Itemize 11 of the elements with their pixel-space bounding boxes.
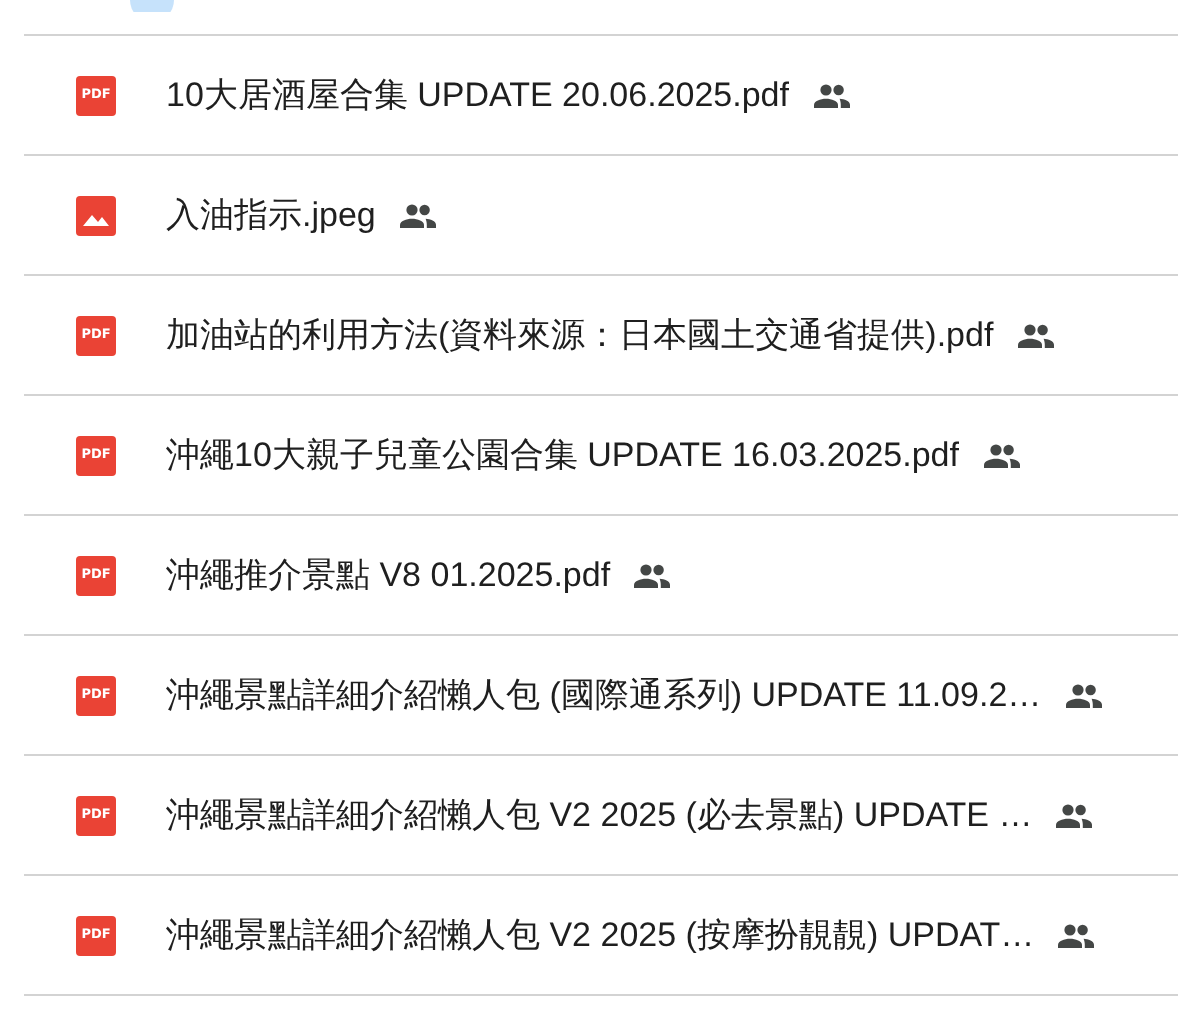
file-name: 沖繩景點詳細介紹懶人包 (國際通系列) UPDATE 11.09.2… bbox=[166, 674, 1042, 718]
file-name: 沖繩推介景點 V8 01.2025.pdf bbox=[166, 554, 611, 598]
file-row[interactable]: 入油指示.jpeg bbox=[24, 156, 1178, 276]
image-icon bbox=[76, 195, 116, 235]
file-name: 沖繩景點詳細介紹懶人包 V2 2025 (按摩扮靚靚) UPDAT… bbox=[166, 914, 1035, 958]
avatar-icon bbox=[130, 0, 174, 12]
file-name: 10大居酒屋合集 UPDATE 20.06.2025.pdf bbox=[166, 74, 789, 118]
file-name: 沖繩景點詳細介紹懶人包 V2 2025 (必去景點) UPDATE … bbox=[166, 794, 1033, 838]
file-name: 入油指示.jpeg bbox=[166, 194, 376, 238]
file-name: 沖繩10大親子兒童公園合集 UPDATE 16.03.2025.pdf bbox=[166, 434, 959, 478]
file-name: 加油站的利用方法(資料來源：日本國土交通省提供).pdf bbox=[166, 314, 994, 358]
